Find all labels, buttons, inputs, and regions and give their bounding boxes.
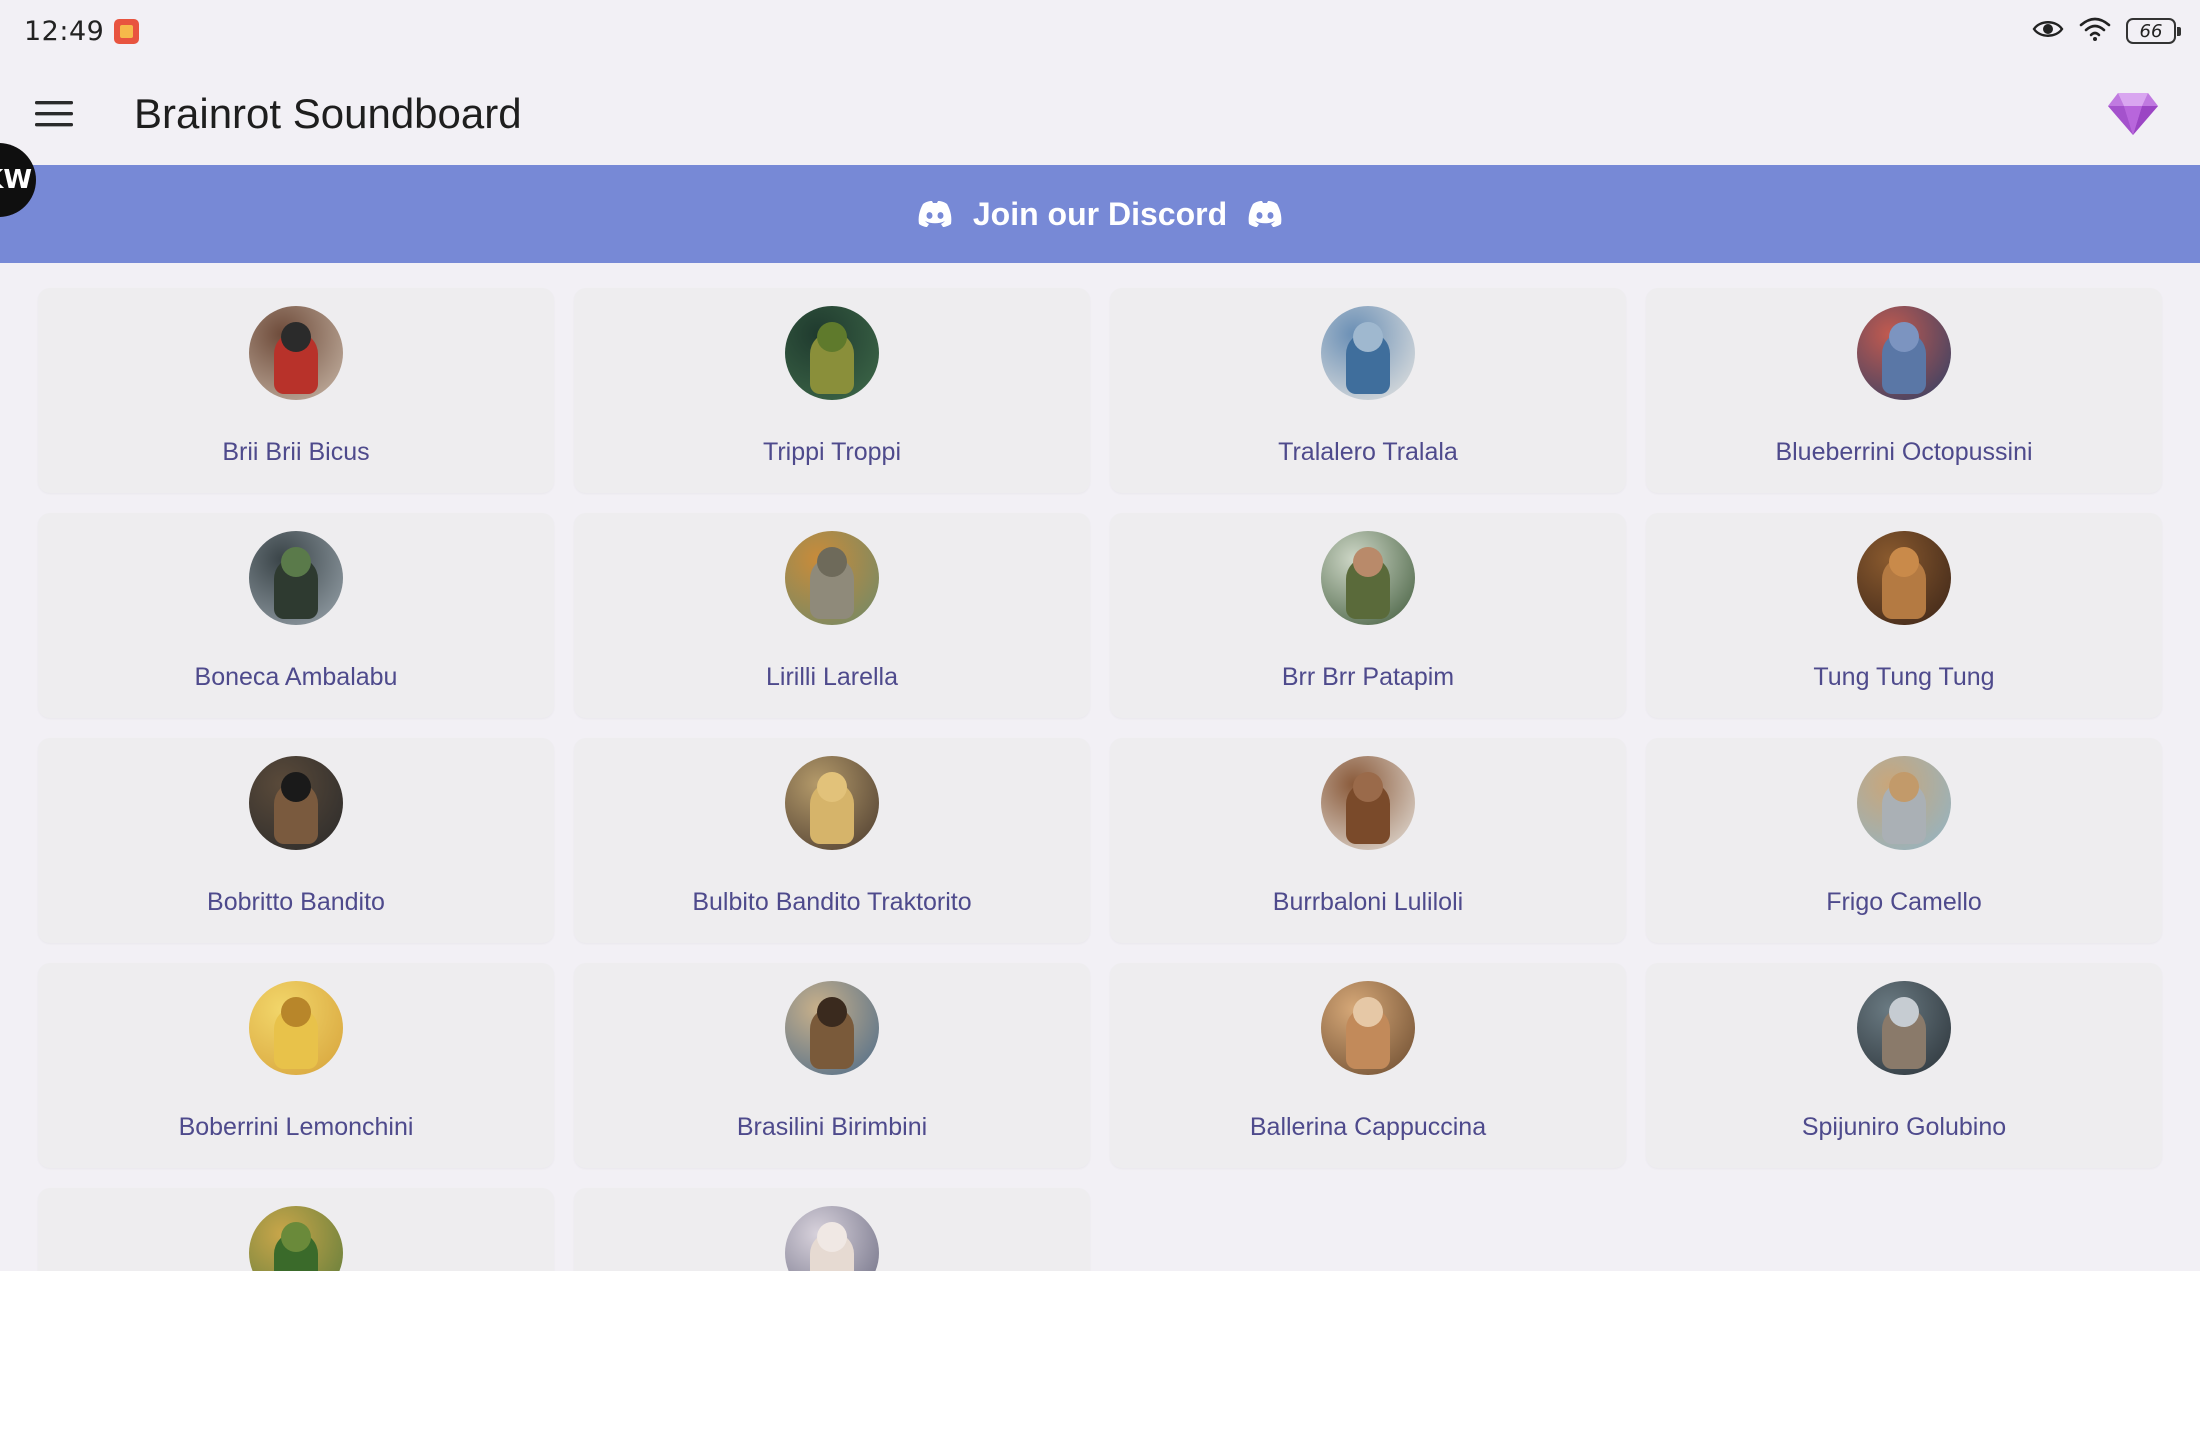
sound-card-label: Tung Tung Tung	[1813, 663, 1995, 691]
sound-card[interactable]: Trippi Troppi	[574, 288, 1090, 493]
sound-card[interactable]	[574, 1188, 1090, 1271]
sound-card-label: Boberrini Lemonchini	[178, 1113, 414, 1141]
sound-thumbnail	[785, 306, 879, 400]
sound-card[interactable]: Brasilini Birimbini	[574, 963, 1090, 1168]
character-head	[281, 322, 311, 352]
app-screen: 12:49 66 Brainrot Soundboard W Join our …	[0, 0, 2200, 1440]
sound-thumbnail	[785, 1206, 879, 1271]
character-head	[1353, 547, 1383, 577]
sound-thumbnail	[249, 306, 343, 400]
sound-card[interactable]: Lirilli Larella	[574, 513, 1090, 718]
character-head	[1353, 772, 1383, 802]
sound-card-label: Brii Brii Bicus	[222, 438, 370, 466]
sound-thumbnail	[785, 981, 879, 1075]
sound-grid: Brii Brii Bicus Trippi Troppi Tralalero Tr…	[38, 288, 2162, 1271]
character-head	[281, 772, 311, 802]
sound-card-label: Burrbaloni Luliloli	[1272, 888, 1464, 916]
sound-card[interactable]: Boberrini Lemonchini	[38, 963, 554, 1168]
character-head	[1889, 772, 1919, 802]
sound-grid-viewport[interactable]: Brii Brii Bicus Trippi Troppi Tralalero Tr…	[0, 263, 2200, 1271]
character-head	[817, 997, 847, 1027]
sound-card[interactable]: Bobritto Bandito	[38, 738, 554, 943]
sound-thumbnail	[785, 531, 879, 625]
character-head	[1889, 997, 1919, 1027]
eye-icon	[2032, 18, 2064, 44]
status-left: 12:49	[24, 15, 140, 47]
sound-thumbnail	[249, 981, 343, 1075]
hamburger-icon	[35, 100, 73, 126]
app-bar: Brainrot Soundboard	[0, 62, 2200, 165]
sound-card[interactable]: Tung Tung Tung	[1646, 513, 2162, 718]
sound-card-label: Frigo Camello	[1826, 888, 1982, 916]
sound-card-label: Ballerina Cappuccina	[1249, 1113, 1487, 1141]
wifi-icon	[2078, 16, 2112, 46]
page-title: Brainrot Soundboard	[134, 89, 522, 137]
sound-card-label: Brr Brr Patapim	[1281, 663, 1455, 691]
sound-card-label: Bobritto Bandito	[207, 888, 385, 916]
character-head	[281, 997, 311, 1027]
status-right: 66	[2032, 16, 2181, 46]
sound-card[interactable]: Boneca Ambalabu	[38, 513, 554, 718]
sound-thumbnail	[1321, 306, 1415, 400]
sound-thumbnail	[249, 531, 343, 625]
character-head	[1889, 547, 1919, 577]
character-head	[817, 1222, 847, 1252]
sound-card[interactable]: Brr Brr Patapim	[1110, 513, 1626, 718]
sound-card[interactable]: Ballerina Cappuccina	[1110, 963, 1626, 1168]
sound-card-label: Spijuniro Golubino	[1801, 1113, 2007, 1141]
sound-card-label: Brasilini Birimbini	[736, 1113, 928, 1141]
sound-card[interactable]: Blueberrini Octopussini	[1646, 288, 2162, 493]
sound-thumbnail	[785, 756, 879, 850]
sound-card-label: Trippi Troppi	[762, 438, 901, 466]
discord-icon	[918, 201, 952, 227]
character-head	[281, 547, 311, 577]
battery-indicator: 66	[2126, 18, 2181, 44]
sound-thumbnail	[1857, 981, 1951, 1075]
app-notification-icon	[114, 18, 140, 44]
sound-card-label: Boneca Ambalabu	[194, 663, 398, 691]
sound-thumbnail	[249, 756, 343, 850]
character-head	[1353, 997, 1383, 1027]
status-bar: 12:49 66	[0, 0, 2200, 62]
bottom-blank-area	[0, 1271, 2200, 1440]
discord-banner[interactable]: Join our Discord	[0, 165, 2200, 263]
sound-card[interactable]: Burrbaloni Luliloli	[1110, 738, 1626, 943]
sound-thumbnail	[1857, 756, 1951, 850]
sound-thumbnail	[1321, 531, 1415, 625]
sound-card[interactable]: Spijuniro Golubino	[1646, 963, 2162, 1168]
sound-card-label: Lirilli Larella	[766, 663, 898, 691]
discord-banner-label: Join our Discord	[972, 195, 1228, 232]
character-head	[281, 1222, 311, 1252]
discord-icon	[1248, 201, 1282, 227]
gem-icon	[2108, 92, 2158, 135]
sound-card-label: Tralalero Tralala	[1278, 438, 1458, 466]
sound-card-label: Blueberrini Octopussini	[1775, 438, 2033, 466]
sound-card[interactable]	[38, 1188, 554, 1271]
character-head	[817, 322, 847, 352]
sound-thumbnail	[1857, 306, 1951, 400]
sound-card[interactable]: Tralalero Tralala	[1110, 288, 1626, 493]
sound-thumbnail	[1321, 981, 1415, 1075]
character-head	[817, 772, 847, 802]
character-head	[1889, 322, 1919, 352]
sound-thumbnail	[1857, 531, 1951, 625]
status-time: 12:49	[24, 15, 105, 47]
sound-thumbnail	[249, 1206, 343, 1271]
sound-card-label: Bulbito Bandito Traktorito	[692, 888, 972, 916]
sound-card[interactable]: Bulbito Bandito Traktorito	[574, 738, 1090, 943]
sound-thumbnail	[1321, 756, 1415, 850]
sound-card[interactable]: Brii Brii Bicus	[38, 288, 554, 493]
menu-button[interactable]	[30, 90, 78, 138]
sound-card[interactable]: Frigo Camello	[1646, 738, 2162, 943]
character-head	[817, 547, 847, 577]
character-head	[1353, 322, 1383, 352]
premium-button[interactable]	[2102, 83, 2164, 145]
